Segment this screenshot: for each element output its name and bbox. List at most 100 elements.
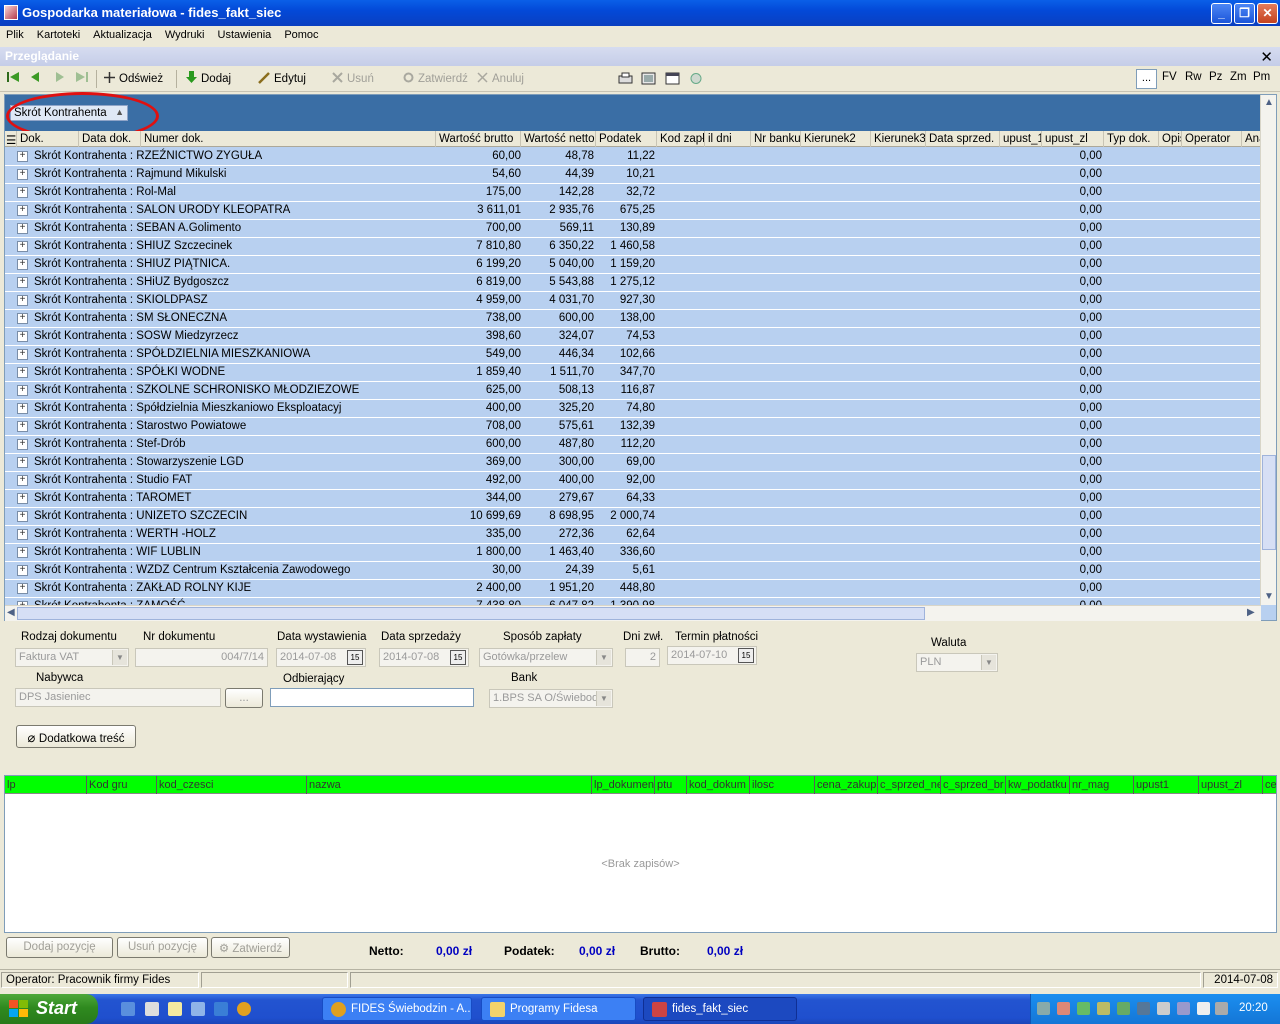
menu-plik[interactable]: Plik: [0, 26, 31, 41]
table-row[interactable]: + Skrót Kontrahenta : WERTH -HOLZ 335,00 27…: [5, 526, 1261, 544]
col-data-dok[interactable]: Data dok.: [79, 131, 141, 147]
start-button[interactable]: Start: [0, 994, 98, 1024]
pcol-lp[interactable]: lp: [5, 776, 87, 794]
close-view-icon[interactable]: ✕: [1260, 48, 1273, 66]
bank-select[interactable]: 1.BPS SA O/Świebod ▼: [489, 689, 613, 708]
pcol-upust-zl[interactable]: upust_zl: [1199, 776, 1263, 794]
maximize-button[interactable]: ❐: [1234, 3, 1255, 24]
table-row[interactable]: + Skrót Kontrahenta : SM SŁONECZNA 738,00 6…: [5, 310, 1261, 328]
extra-content-button[interactable]: ⌀ Dodatkowa treść: [16, 725, 136, 748]
pcol-cena-zakup[interactable]: cena_zakup: [815, 776, 878, 794]
col-upust-1[interactable]: upust_1: [1000, 131, 1042, 147]
pcol-kod-dokum[interactable]: kod_dokum: [687, 776, 750, 794]
tray-icon-1[interactable]: [1037, 1002, 1050, 1015]
expand-icon[interactable]: +: [17, 457, 28, 468]
expand-icon[interactable]: +: [17, 511, 28, 522]
table-row[interactable]: + Skrót Kontrahenta : Stef-Drób 600,00 487,…: [5, 436, 1261, 454]
doctype-rw[interactable]: Rw: [1185, 71, 1202, 83]
table-row[interactable]: + Skrót Kontrahenta : SHIUZ Szczecinek 7 8…: [5, 238, 1261, 256]
tray-icon-3[interactable]: [1077, 1002, 1090, 1015]
next-record-icon[interactable]: [54, 70, 66, 87]
print-icon[interactable]: [618, 72, 633, 88]
payment-select[interactable]: Gotówka/przelew ▼: [479, 648, 613, 667]
expand-icon[interactable]: +: [17, 385, 28, 396]
menu-ustawienia[interactable]: Ustawienia: [212, 26, 279, 41]
pcol-c-sprzed-br[interactable]: c_sprzed_br: [941, 776, 1006, 794]
table-row[interactable]: + Skrót Kontrahenta : Rol-Mal 175,00 142,28…: [5, 184, 1261, 202]
expand-icon[interactable]: +: [17, 493, 28, 504]
task-fides-swiebodzin[interactable]: FIDES Świebodzin - A...: [322, 997, 472, 1021]
sale-date-field[interactable]: 2014-07-08 15: [379, 648, 469, 667]
table-row[interactable]: + Skrót Kontrahenta : WZDZ Centrum Kształ…: [5, 562, 1261, 580]
table-row[interactable]: + Skrót Kontrahenta : Studio FAT 492,00 400…: [5, 472, 1261, 490]
table-row[interactable]: + Skrót Kontrahenta : Starostwo Powiatowe…: [5, 418, 1261, 436]
quicklaunch-desktop-icon[interactable]: [121, 1002, 135, 1016]
pcol-c-sprzed-ne[interactable]: c_sprzed_ne: [878, 776, 941, 794]
scroll-down-icon[interactable]: ▼: [1264, 591, 1274, 602]
approve-position-button[interactable]: ⚙ Zatwierdź: [211, 937, 290, 958]
menu-pomoc[interactable]: Pomoc: [278, 26, 325, 41]
vertical-scroll-thumb[interactable]: [1262, 455, 1276, 550]
expand-icon[interactable]: +: [17, 223, 28, 234]
doc-no-field[interactable]: 004/7/14: [135, 648, 268, 667]
due-date-field[interactable]: 2014-07-10 15: [667, 646, 757, 665]
column-chooser-icon[interactable]: ☰: [5, 131, 17, 147]
pcol-ilosc[interactable]: ilosc: [750, 776, 815, 794]
currency-select[interactable]: PLN ▼: [916, 653, 998, 672]
expand-icon[interactable]: +: [17, 241, 28, 252]
table-row[interactable]: + Skrót Kontrahenta : SKIOLDPASZ 4 959,00 4…: [5, 292, 1261, 310]
quicklaunch-chrome-icon[interactable]: [237, 1002, 251, 1016]
col-nr-banku[interactable]: Nr banku: [751, 131, 801, 147]
table-row[interactable]: + Skrót Kontrahenta : SOSW Miedzyrzecz 398…: [5, 328, 1261, 346]
doctype-pz[interactable]: Pz: [1209, 71, 1222, 83]
filter-button[interactable]: ...: [1136, 69, 1157, 89]
scroll-up-icon[interactable]: ▲: [1264, 97, 1274, 108]
issue-date-field[interactable]: 2014-07-08 15: [276, 648, 366, 667]
table-row[interactable]: + Skrót Kontrahenta : SALON URODY KLEOPAT…: [5, 202, 1261, 220]
table-row[interactable]: + Skrót Kontrahenta : WIF LUBLIN 1 800,00 1…: [5, 544, 1261, 562]
refresh-globe-icon[interactable]: [689, 72, 703, 88]
table-row[interactable]: + Skrót Kontrahenta : SPÓŁDZIELNIA MIESZK…: [5, 346, 1261, 364]
approve-button[interactable]: Zatwierdź: [402, 71, 468, 85]
table-row[interactable]: + Skrót Kontrahenta : SEBAN A.Golimento 70…: [5, 220, 1261, 238]
quicklaunch-notepad-icon[interactable]: [168, 1002, 182, 1016]
col-kierunek2[interactable]: Kierunek2: [801, 131, 871, 147]
expand-icon[interactable]: +: [17, 349, 28, 360]
table-row[interactable]: + Skrót Kontrahenta : Rajmund Mikulski 54,…: [5, 166, 1261, 184]
recipient-field[interactable]: [270, 688, 474, 707]
menu-wydruki[interactable]: Wydruki: [159, 26, 212, 41]
doctype-fv[interactable]: FV: [1162, 71, 1177, 83]
cancel-button[interactable]: Anuluj: [476, 71, 524, 85]
table-row[interactable]: + Skrót Kontrahenta : SHiUZ Bydgoszcz 6 81…: [5, 274, 1261, 292]
expand-icon[interactable]: +: [17, 205, 28, 216]
expand-icon[interactable]: +: [17, 187, 28, 198]
pcol-nazwa[interactable]: nazwa: [307, 776, 592, 794]
tray-icon-6[interactable]: [1137, 1002, 1150, 1015]
expand-icon[interactable]: +: [17, 403, 28, 414]
expand-icon[interactable]: +: [17, 583, 28, 594]
task-programy-fidesa[interactable]: Programy Fidesa: [481, 997, 636, 1021]
tray-icon-4[interactable]: [1097, 1002, 1110, 1015]
table-row[interactable]: + Skrót Kontrahenta : SPÓŁKI WODNE 1 859,4…: [5, 364, 1261, 382]
col-data-sprzed[interactable]: Data sprzed.: [926, 131, 1000, 147]
pcol-kw-podatku[interactable]: kw_podatku: [1006, 776, 1070, 794]
expand-icon[interactable]: +: [17, 475, 28, 486]
pcol-upust1[interactable]: upust1: [1134, 776, 1199, 794]
expand-icon[interactable]: +: [17, 277, 28, 288]
expand-icon[interactable]: +: [17, 169, 28, 180]
expand-icon[interactable]: +: [17, 421, 28, 432]
doctype-zm[interactable]: Zm: [1230, 71, 1247, 83]
pcol-ptu[interactable]: ptu: [655, 776, 687, 794]
table-row[interactable]: +Skrót Kontrahenta : ZAMOŚĆ7 438,806 047…: [5, 598, 1261, 605]
expand-icon[interactable]: +: [17, 547, 28, 558]
delete-position-button[interactable]: Usuń pozycję: [117, 937, 208, 958]
speaker-icon[interactable]: [1215, 1002, 1228, 1015]
horizontal-scroll-thumb[interactable]: [17, 607, 925, 620]
delete-button[interactable]: Usuń: [331, 71, 374, 85]
minimize-button[interactable]: _: [1211, 3, 1232, 24]
table-row[interactable]: + Skrót Kontrahenta : TAROMET 344,00 279,67…: [5, 490, 1261, 508]
table-row[interactable]: + Skrót Kontrahenta : Stowarzyszenie LGD 3…: [5, 454, 1261, 472]
col-wartosc-brutto[interactable]: Wartość brutto: [436, 131, 521, 147]
expand-icon[interactable]: +: [17, 259, 28, 270]
col-operator[interactable]: Operator: [1182, 131, 1242, 147]
